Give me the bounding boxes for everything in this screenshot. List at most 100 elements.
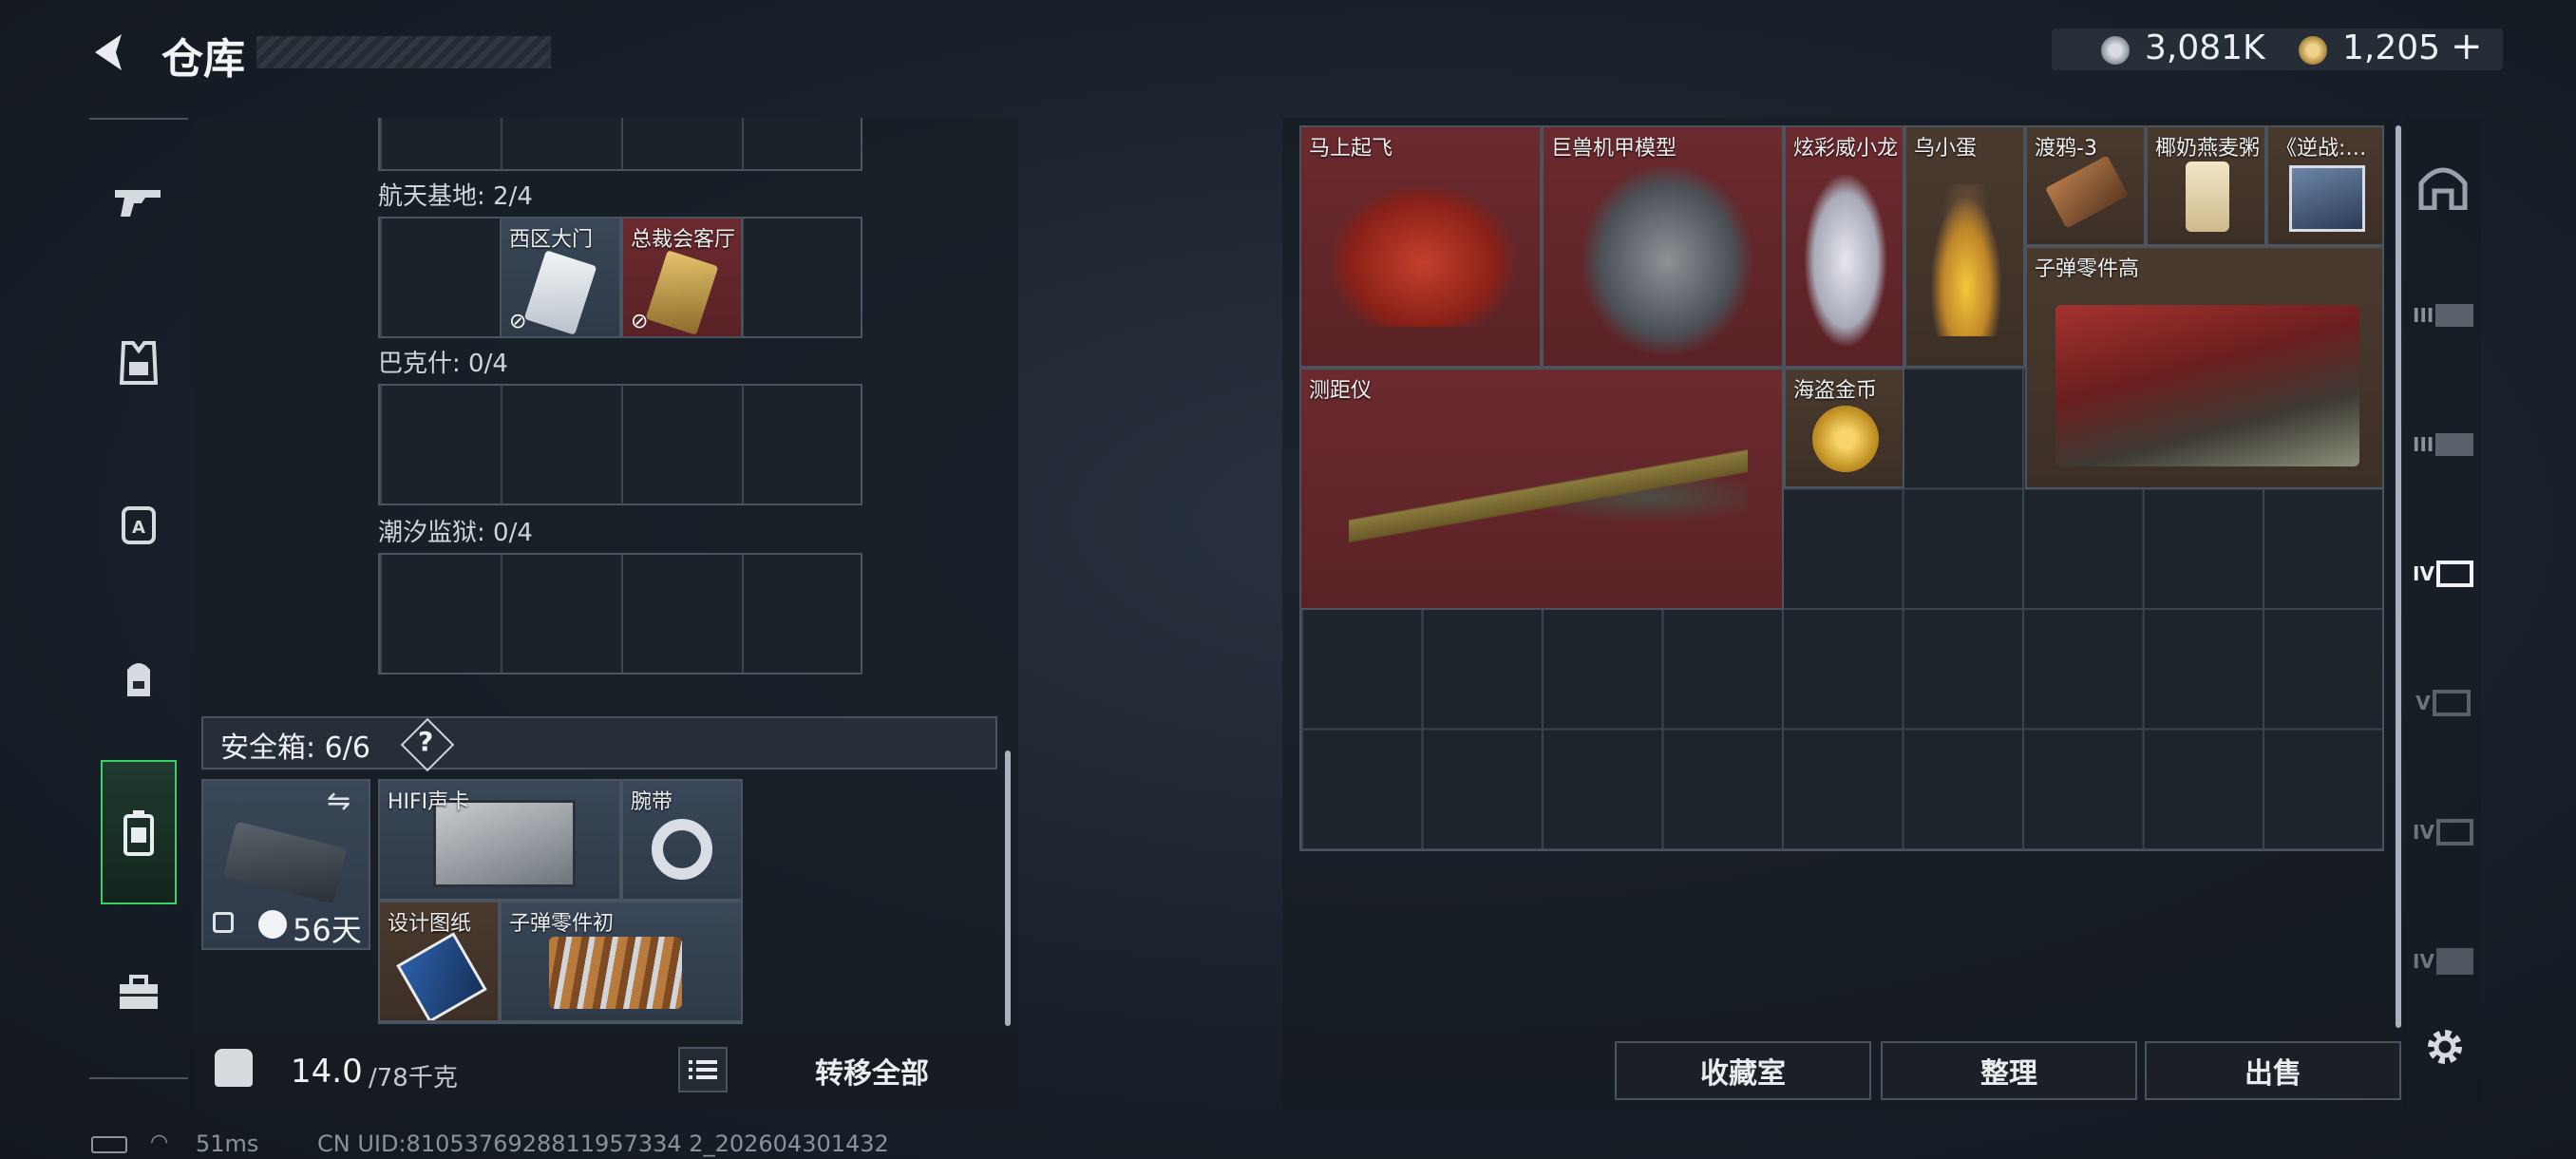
left-scrollbar[interactable] [1005,750,1011,1026]
stash-tab-3a-label: III [2413,304,2434,327]
vest-icon [120,341,158,385]
item-name: 椰奶燕麦粥 [2155,137,2261,161]
item-name: 子弹零件高 [2035,257,2140,281]
item-blueprint[interactable]: 设计图纸 [378,901,500,1022]
sort-button[interactable]: 整理 [1881,1041,2137,1100]
stash-tab-5[interactable]: V [2413,673,2473,733]
battery-icon [91,1136,127,1153]
backpack-tag-icon: A [122,506,156,544]
safebox-container[interactable]: ⇋ 56天 [201,779,370,950]
lock-icon [213,912,234,933]
list-view-button[interactable] [678,1047,728,1092]
transfer-all-button[interactable]: 转移全部 [745,1041,999,1100]
mecha-model-image [1582,165,1752,355]
item-bullet-parts-basic[interactable]: 子弹零件初 [500,901,743,1022]
item-wristband[interactable]: 腕带 [621,779,743,901]
stash-item-mecha[interactable]: 巨兽机甲模型 [1542,125,1784,368]
item-name: 乌小蛋 [1914,137,1978,161]
category-sidebar [89,118,188,1079]
stash-tab-4b-label: IV [2413,821,2434,844]
weight-kg-icon [215,1049,253,1087]
safe-shelf-icon [2432,690,2471,716]
uid-text: CN UID:8105376928811957334 2_20260430143… [317,1130,889,1157]
item-name: 测距仪 [1309,379,1373,403]
egg-toy-image [1925,184,2007,336]
ping-text: 51ms [196,1130,259,1157]
shelf-icon [2435,304,2473,327]
key-card-west-gate[interactable]: 西区大门 ⊘ [500,217,621,338]
stash-tab-4b[interactable]: IV [2413,802,2473,863]
item-hifi-card[interactable]: HIFI声卡 [378,779,621,901]
page-title: 仓库 [161,35,245,84]
stash-item-nizhan[interactable]: 《逆战:… [2266,125,2384,246]
weight-capacity: /78千克 [369,1064,458,1092]
svg-text:A: A [132,518,145,538]
stash-scrollbar[interactable] [2396,125,2401,1028]
back-button[interactable] [87,28,135,76]
weight-value: 14.0 [291,1053,363,1091]
stash-tab-4c[interactable]: IV [2413,931,2473,992]
stash-item-dragon[interactable]: 炫彩威小龙 [1784,125,1904,368]
item-name: 设计图纸 [388,912,472,936]
back-arrow-icon [95,34,122,70]
category-helmet[interactable]: A [99,483,179,562]
category-backpack[interactable] [99,638,179,718]
safebox-days: 56天 [293,912,362,948]
stash-item-raven[interactable]: 渡鸦-3 [2025,125,2146,246]
rangefinder-image [1349,446,1748,560]
stash-tab-4c-label: IV [2413,950,2434,973]
sell-button[interactable]: 出售 [2145,1041,2401,1100]
safe-shelf-icon [2435,560,2473,587]
location-grid-3 [378,553,862,674]
stash-item-egg[interactable]: 乌小蛋 [1904,125,2025,368]
clock-icon [258,910,287,939]
category-weapons[interactable] [99,162,179,241]
item-name: 总裁会客厅 [631,228,736,252]
stash-tab-3b-label: III [2413,433,2434,456]
arch-icon [2418,167,2468,210]
stash-item-pirate-coin[interactable]: 海盗金币 [1784,368,1904,488]
safebox-icon [123,810,154,856]
toolbox-icon [120,975,158,1009]
wristband-image [652,819,712,880]
item-name: 西区大门 [509,228,594,252]
category-toolbox[interactable] [99,952,179,1032]
shelf-icon [2435,433,2473,456]
key-card-ceo-lounge[interactable]: 总裁会客厅 ⊘ [621,217,743,338]
stash-item-oatmeal[interactable]: 椰奶燕麦粥 [2146,125,2266,246]
add-gold-button[interactable]: + [2451,25,2483,68]
gold-coin-image [1812,406,1879,472]
keycard-image [645,250,719,335]
settings-button[interactable] [2418,1020,2472,1074]
item-name: 马上起飞 [1309,137,1393,161]
item-name: 海盗金币 [1793,379,1878,403]
backpack-icon [127,663,150,696]
stash-item-horse[interactable]: 马上起飞 [1299,125,1542,368]
stash-tab-4-active[interactable]: IV [2413,543,2473,604]
item-name: 腕带 [631,790,673,814]
help-icon: ? [418,726,434,757]
location-grid-2 [378,384,862,505]
safebox-image [222,821,348,904]
location-label-2: 巴克什: 0/4 [378,350,508,378]
bullet-parts-image [549,937,682,1009]
category-safebox[interactable] [101,760,177,904]
stash-tab-3b[interactable]: III [2413,414,2473,475]
swap-icon[interactable]: ⇋ [327,785,350,818]
collection-room-button[interactable]: 收藏室 [1615,1041,1871,1100]
stash-tab-4-label: IV [2413,562,2434,585]
stash-tab-overview[interactable] [2413,156,2473,217]
blueprint-image [396,932,487,1020]
safebox-label: 安全箱: 6/6 [220,732,370,765]
item-name: 巨兽机甲模型 [1551,137,1677,161]
location-grid-top-partial [378,118,862,171]
stash-item-bullet-parts-high[interactable]: 子弹零件高 [2025,246,2384,489]
horse-figure-image [1330,184,1516,327]
gun-icon [115,190,161,217]
stash-tab-3a[interactable]: III [2413,285,2473,346]
category-armor[interactable] [99,323,179,403]
item-name: 子弹零件初 [509,912,615,936]
item-name: 炫彩威小龙 [1793,137,1899,161]
stash-item-rangefinder[interactable]: 测距仪 [1299,368,1784,610]
safe-shelf-icon [2435,819,2473,846]
